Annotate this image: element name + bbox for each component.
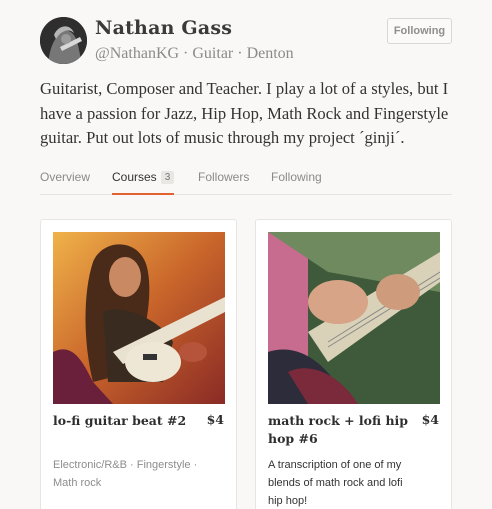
tab-following[interactable]: Following <box>271 170 322 195</box>
course-price: $4 <box>421 412 439 427</box>
course-title[interactable]: lo-fi guitar beat #2 <box>53 412 195 430</box>
meta-separator: · <box>233 45 247 62</box>
profile-name: Nathan Gass <box>95 17 233 39</box>
following-button[interactable]: Following <box>387 18 452 44</box>
avatar[interactable] <box>40 17 87 64</box>
guitar-closeup-photo-icon[interactable] <box>268 232 440 404</box>
course-description: A transcription of one of my blends of m… <box>268 459 403 507</box>
tab-courses[interactable]: Courses 3 <box>112 170 175 195</box>
tab-followers[interactable]: Followers <box>198 170 249 195</box>
profile-handle: @NathanKG <box>95 45 180 62</box>
tab-label: Following <box>271 170 322 184</box>
course-card[interactable]: math rock + lofi hip hop #6 $4 A transcr… <box>255 219 452 509</box>
meta-separator: · <box>179 45 193 62</box>
profile-location: Denton <box>246 45 294 62</box>
tab-label: Overview <box>40 170 91 184</box>
courses-count-badge: 3 <box>160 171 175 184</box>
profile-bio: Guitarist, Composer and Teacher. I play … <box>40 79 449 147</box>
tab-label: Followers <box>198 170 250 184</box>
profile-meta: @NathanKG · Guitar · Denton <box>95 45 294 63</box>
profile-tabs: Overview Courses 3 Followers Following <box>40 170 452 195</box>
course-title[interactable]: math rock + lofi hip hop #6 <box>268 412 410 448</box>
course-price: $4 <box>206 412 224 427</box>
tab-overview[interactable]: Overview <box>40 170 90 195</box>
profile-instrument: Guitar <box>192 45 234 62</box>
course-tags: Electronic/R&B · Fingerstyle · Math rock <box>53 459 198 489</box>
tab-label: Courses <box>112 170 157 184</box>
profile-header: Nathan Gass @NathanKG · Guitar · Denton … <box>40 17 452 67</box>
course-card[interactable]: lo-fi guitar beat #2 $4 Electronic/R&B ·… <box>40 219 237 509</box>
guitarist-photo-icon[interactable] <box>53 232 225 404</box>
